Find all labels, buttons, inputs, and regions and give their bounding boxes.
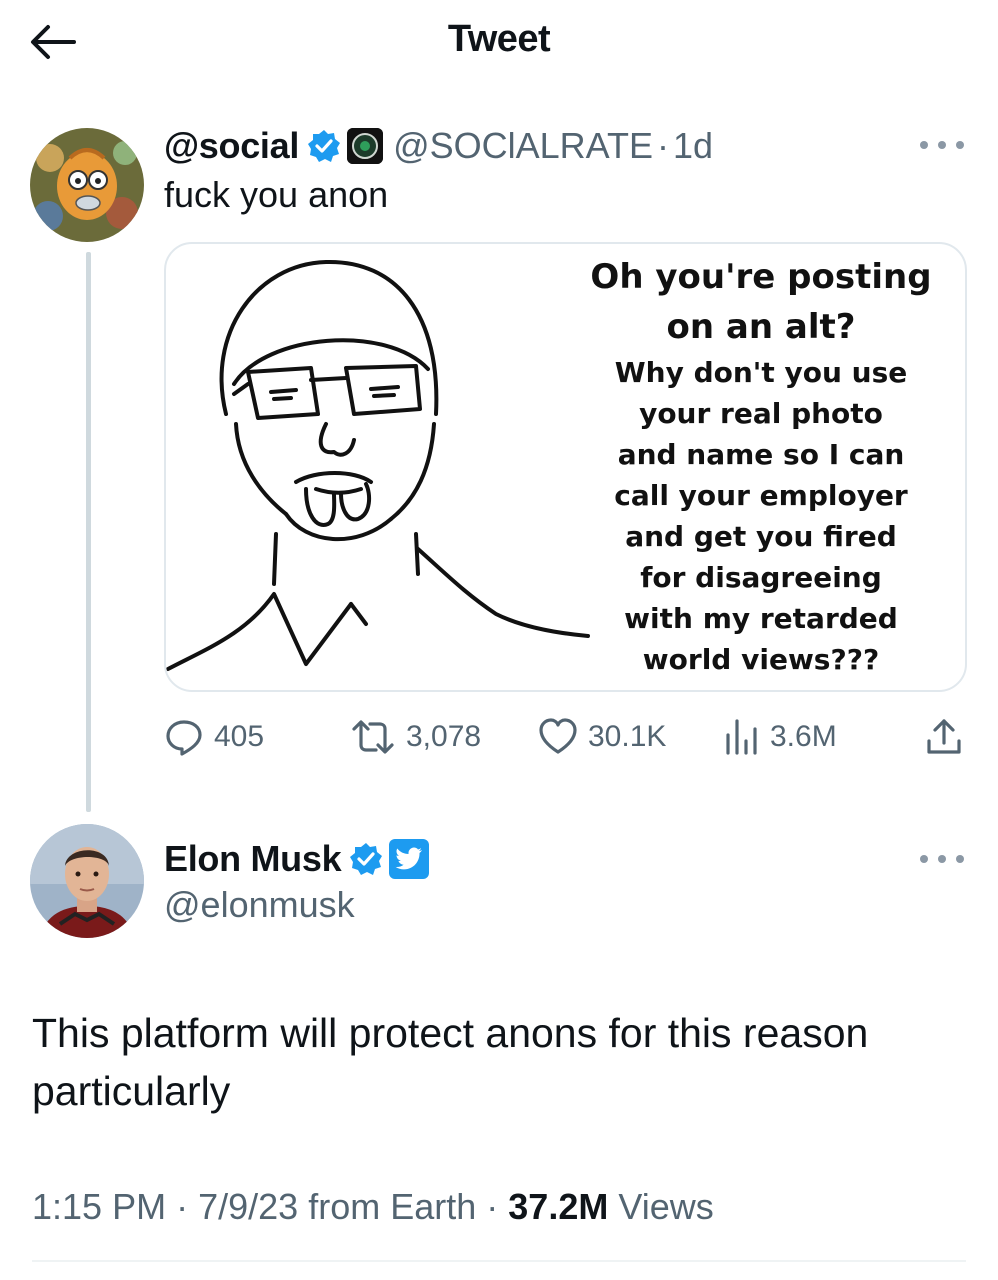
share-icon [927, 719, 961, 754]
quoted-tweet-author-row: @social @SOClALRATE · 1d [164, 124, 713, 168]
meme-caption-line: Oh you're posting [590, 257, 932, 297]
main-tweet-text: This platform will protect anons for thi… [32, 1010, 869, 1114]
meme-caption-line: and name so I can [617, 438, 905, 471]
like-count: 30.1K [588, 720, 667, 753]
total-views-count[interactable]: 37.2M [508, 1186, 608, 1227]
verified-badge-icon [308, 130, 341, 162]
more-options-icon[interactable] [920, 130, 964, 160]
author-handle[interactable]: @elonmusk [164, 884, 355, 926]
avatar-social[interactable] [30, 128, 144, 242]
quoted-tweet-text: fuck you anon [164, 174, 389, 215]
divider [32, 1260, 966, 1262]
share-button[interactable] [924, 712, 964, 762]
reply-count: 405 [214, 720, 265, 753]
tweet-action-bar: 405 3,078 30.1K 3.6M [164, 712, 974, 762]
views-button[interactable]: 3.6M [724, 712, 837, 762]
author-display-name[interactable]: Elon Musk [164, 838, 342, 880]
main-tweet-author-row: Elon Musk [164, 836, 430, 882]
separator-dot: · [176, 1186, 189, 1227]
views-label: Views [618, 1186, 714, 1227]
more-options-icon[interactable] [920, 844, 964, 874]
like-button[interactable]: 30.1K [538, 712, 666, 762]
page-title: Tweet [447, 18, 551, 60]
meme-caption-line: and get you fired [625, 520, 897, 553]
heart-icon [539, 718, 577, 754]
author-handle[interactable]: @SOClALRATE [393, 125, 653, 167]
avatar-elonmusk[interactable] [30, 824, 144, 938]
reply-button[interactable]: 405 [164, 712, 264, 762]
top-bar: Tweet [0, 0, 998, 90]
meme-caption-line: for disagreeing [640, 561, 882, 594]
separator-dot: · [657, 125, 669, 166]
meme-caption-line: call your employer [614, 479, 908, 512]
retweet-icon [352, 720, 394, 754]
tweet-time-ago[interactable]: 1d [673, 125, 713, 167]
meme-caption-line: on an alt? [666, 307, 856, 347]
tweet-media-image[interactable]: Oh you're posting on an alt? Why don't y… [164, 242, 967, 692]
retweet-count: 3,078 [406, 720, 482, 753]
affiliation-badge-icon[interactable] [347, 128, 384, 164]
verified-badge-icon [350, 843, 383, 875]
meme-caption: Oh you're posting on an alt? Why don't y… [576, 252, 946, 680]
meme-caption-line: world views??? [642, 643, 880, 676]
analytics-icon [726, 719, 757, 755]
tweet-time[interactable]: 1:15 PM [32, 1186, 166, 1227]
author-display-name[interactable]: @social [164, 125, 299, 167]
twitter-affiliation-badge-icon[interactable] [389, 839, 430, 879]
separator-dot: · [486, 1186, 499, 1227]
reply-icon [166, 720, 202, 756]
meme-caption-line: your real photo [639, 397, 883, 430]
retweet-button[interactable]: 3,078 [350, 712, 481, 762]
tweet-metadata: 1:15 PM · 7/9/23 from Earth · 37.2M View… [32, 1186, 714, 1228]
tweet-date-source[interactable]: 7/9/23 from Earth [198, 1186, 476, 1227]
thread-connector-line [86, 252, 91, 812]
views-count: 3.6M [770, 720, 837, 753]
meme-caption-line: with my retarded [624, 602, 898, 635]
meme-caption-line: Why don't you use [614, 356, 908, 389]
